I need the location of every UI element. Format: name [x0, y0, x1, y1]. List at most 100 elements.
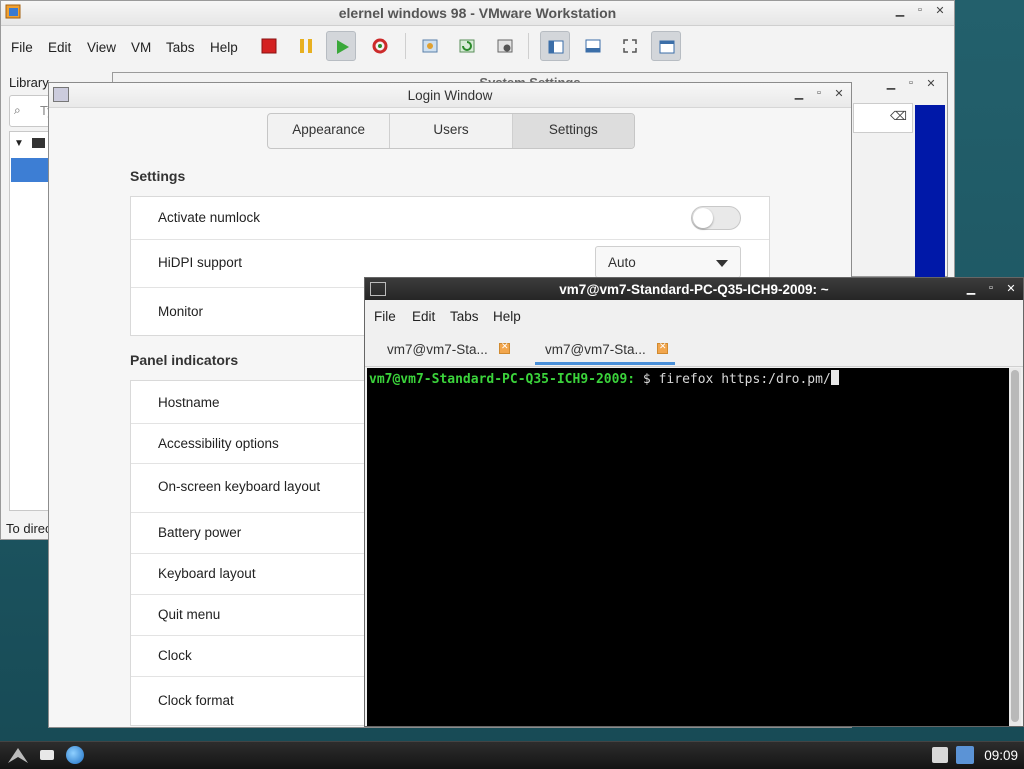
panel-row-label: Clock format [158, 693, 234, 708]
setting-label: Activate numlock [158, 210, 261, 225]
close-tab-icon[interactable] [499, 341, 510, 354]
status-text: To direc [6, 521, 52, 536]
close-tab-icon[interactable] [657, 341, 668, 354]
menu-vm[interactable]: VM [131, 40, 151, 55]
panel-row-label: Clock [158, 648, 192, 663]
close-icon[interactable]: ✕ [1003, 282, 1019, 295]
close-icon[interactable]: ✕ [923, 77, 939, 90]
revert-snapshot-button[interactable] [452, 31, 482, 61]
library-icon [548, 40, 564, 54]
maximize-icon[interactable]: ▫ [903, 77, 919, 89]
minimize-icon[interactable]: ▁ [892, 4, 908, 17]
tab-users[interactable]: Users [390, 114, 513, 148]
menu-edit[interactable]: Edit [48, 40, 71, 55]
scrollbar-thumb[interactable] [1011, 370, 1019, 722]
pause-icon [300, 39, 312, 53]
console-view-icon [659, 40, 675, 54]
reset-button[interactable] [365, 31, 395, 61]
hidpi-dropdown[interactable]: Auto [595, 246, 741, 278]
browser-icon[interactable] [66, 746, 84, 764]
terminal-screen[interactable]: vm7@vm7-Standard-PC-Q35-ICH9-2009: $ fir… [367, 368, 1011, 726]
panel-row-label: Quit menu [158, 607, 221, 622]
menu-tabs[interactable]: Tabs [166, 40, 195, 55]
stop-icon [261, 38, 277, 54]
terminal-command: firefox https:/dro.pm/ [658, 372, 831, 387]
tab-appearance[interactable]: Appearance [268, 114, 391, 148]
close-icon[interactable]: ✕ [831, 87, 847, 100]
menu-file[interactable]: File [11, 40, 33, 55]
system-settings-search[interactable]: ⌫ [853, 103, 913, 133]
terminal-tab-2[interactable]: vm7@vm7-Sta... [523, 332, 679, 366]
maximize-icon[interactable]: ▫ [811, 87, 827, 99]
menu-view[interactable]: View [87, 40, 116, 55]
menu-edit[interactable]: Edit [412, 309, 435, 324]
file-manager-icon[interactable] [40, 750, 54, 760]
setting-label: HiDPI support [158, 255, 243, 270]
menu-file[interactable]: File [374, 309, 396, 324]
hidpi-dropdown-value: Auto [608, 255, 636, 270]
fullscreen-icon [623, 39, 637, 53]
menu-tabs[interactable]: Tabs [450, 309, 479, 324]
terminal-tabs: vm7@vm7-Sta... vm7@vm7-Sta... [365, 332, 1023, 367]
library-tree[interactable]: ▼ [9, 131, 51, 511]
taskbar-clock: 09:09 [984, 748, 1018, 763]
tab-settings[interactable]: Settings [512, 114, 634, 148]
snapshot-manager-button[interactable] [490, 31, 520, 61]
unity-button[interactable] [651, 31, 681, 61]
panel-row-label: Accessibility options [158, 436, 279, 451]
snapshot-button[interactable] [415, 31, 445, 61]
library-label: Library [9, 75, 49, 90]
minimize-icon[interactable]: ▁ [963, 282, 979, 295]
show-library-button[interactable] [540, 31, 570, 61]
power-on-button[interactable] [326, 31, 356, 61]
reset-icon [372, 38, 388, 54]
panel-row-label: Battery power [158, 525, 242, 540]
terminal-tab-1[interactable]: vm7@vm7-Sta... [365, 332, 521, 366]
menu-help[interactable]: Help [210, 40, 238, 55]
minimize-icon[interactable]: ▁ [791, 87, 807, 100]
menu-help[interactable]: Help [493, 309, 521, 324]
terminal-window: vm7@vm7-Standard-PC-Q35-ICH9-2009: ~ ▁ ▫… [364, 277, 1024, 727]
toggle-knob [693, 208, 713, 228]
thumbnail-bar-button[interactable] [578, 31, 608, 61]
fullscreen-button[interactable] [615, 31, 645, 61]
thumbnail-icon [585, 39, 601, 53]
prompt-host: vm7@vm7-Standard-PC-Q35-ICH9-2009: [369, 372, 636, 387]
library-selected-item[interactable] [11, 158, 49, 182]
search-tray-icon[interactable] [932, 747, 948, 763]
minimize-icon[interactable]: ▁ [883, 77, 899, 90]
terminal-tab-label: vm7@vm7-Sta... [545, 342, 646, 357]
settings-heading: Settings [130, 168, 186, 184]
snapshot-manager-icon [497, 39, 513, 53]
maximize-icon[interactable]: ▫ [983, 282, 999, 294]
prompt-symbol: $ [635, 372, 659, 387]
network-tray-icon[interactable] [956, 746, 974, 764]
library-search-input[interactable]: ⌕ Ty [9, 95, 54, 127]
terminal-menubar: File Edit Tabs Help [365, 302, 1023, 328]
numlock-toggle[interactable] [691, 206, 741, 230]
search-icon: ⌕ [14, 103, 21, 117]
login-tabs: Appearance Users Settings [267, 113, 635, 149]
suspend-button[interactable] [291, 31, 321, 61]
maximize-icon[interactable]: ▫ [912, 4, 928, 16]
terminal-scrollbar[interactable] [1009, 368, 1021, 726]
expand-arrow-icon[interactable]: ▼ [14, 138, 24, 149]
system-settings-blue-panel [915, 105, 945, 277]
setting-row-numlock: Activate numlock [131, 197, 769, 240]
login-titlebar: Login Window ▁ ▫ ✕ [49, 83, 851, 108]
panel-row-label: On-screen keyboard layout [158, 479, 321, 494]
vmware-title: elernel windows 98 - VMware Workstation [338, 5, 617, 21]
vmware-titlebar: elernel windows 98 - VMware Workstation … [1, 1, 954, 26]
terminal-title: vm7@vm7-Standard-PC-Q35-ICH9-2009: ~ [559, 282, 829, 297]
clear-search-icon[interactable]: ⌫ [890, 109, 907, 123]
panel-row-label: Hostname [158, 395, 220, 410]
power-off-button[interactable] [254, 31, 284, 61]
panel-row-label: Keyboard layout [158, 566, 256, 581]
toolbar-separator [405, 33, 406, 59]
terminal-titlebar: vm7@vm7-Standard-PC-Q35-ICH9-2009: ~ ▁ ▫… [365, 278, 1023, 300]
start-menu-icon[interactable] [6, 745, 30, 765]
text-cursor [830, 370, 839, 385]
taskbar: 09:09 [0, 741, 1024, 769]
close-icon[interactable]: ✕ [932, 4, 948, 17]
terminal-tab-label: vm7@vm7-Sta... [387, 342, 488, 357]
